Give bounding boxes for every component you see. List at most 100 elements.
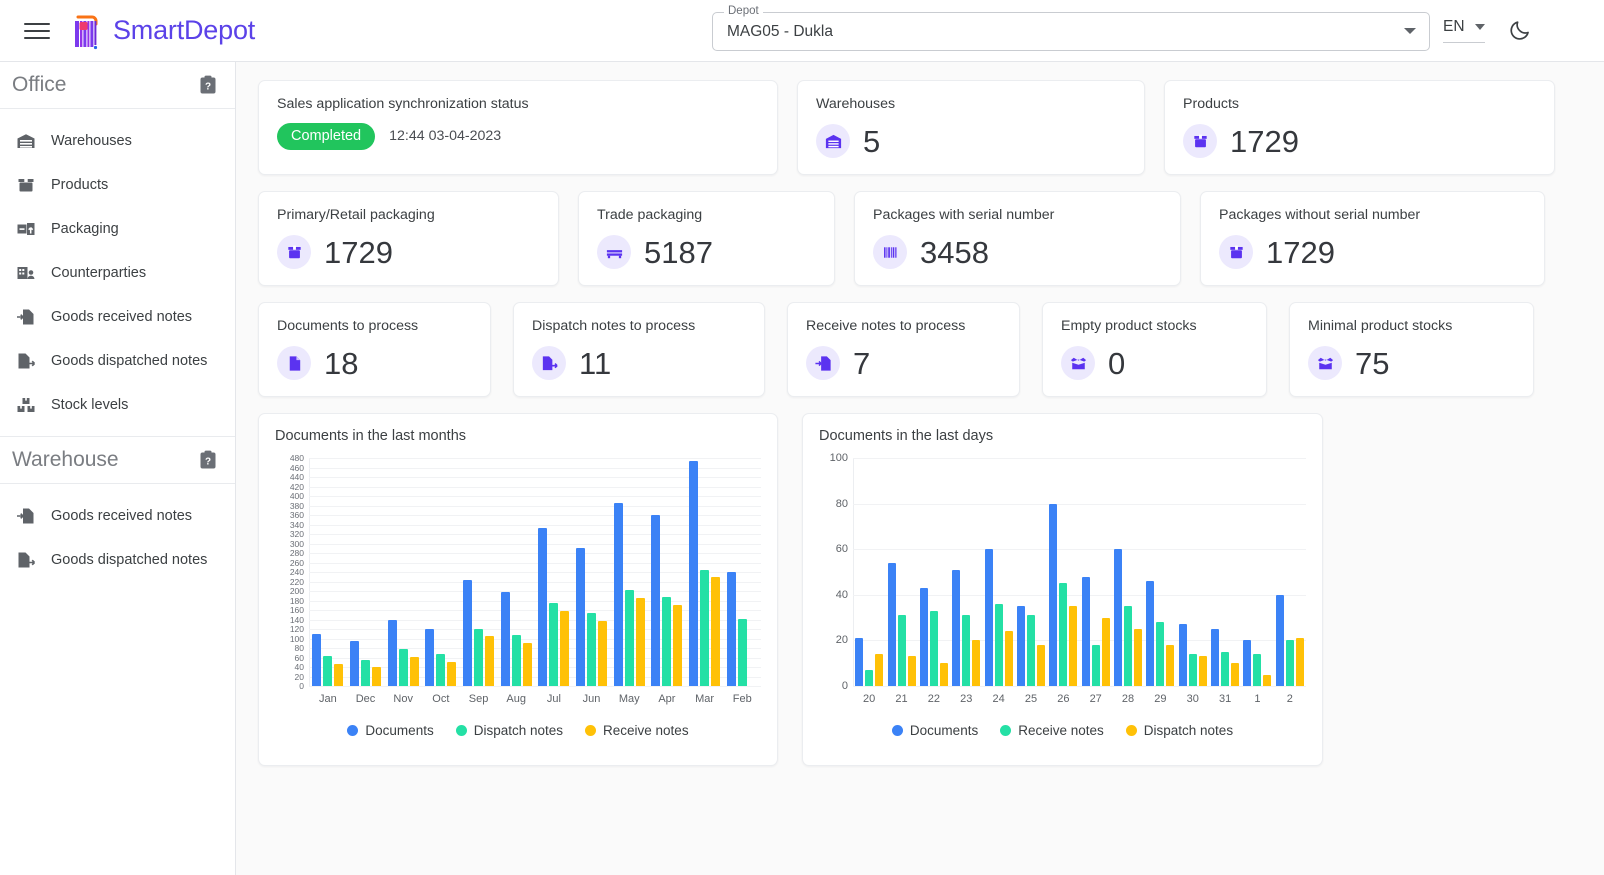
brand-logo[interactable]: SmartDepot xyxy=(70,12,255,50)
bar[interactable] xyxy=(485,636,495,686)
bar[interactable] xyxy=(962,615,971,686)
bar[interactable] xyxy=(865,670,874,686)
bar[interactable] xyxy=(436,654,446,686)
bar[interactable] xyxy=(887,562,896,686)
bar[interactable] xyxy=(875,654,884,686)
bar[interactable] xyxy=(1263,674,1272,686)
bar[interactable] xyxy=(1231,663,1240,686)
bar[interactable] xyxy=(1243,640,1252,686)
bar[interactable] xyxy=(312,633,322,686)
bar[interactable] xyxy=(1253,654,1262,686)
bar[interactable] xyxy=(972,640,981,686)
bar[interactable] xyxy=(511,635,521,686)
sidebar-item-packaging[interactable]: Packaging xyxy=(0,207,235,251)
sidebar-item-warehouses[interactable]: Warehouses xyxy=(0,119,235,163)
legend-item[interactable]: Documents xyxy=(891,723,978,738)
bar[interactable] xyxy=(737,619,747,686)
bar[interactable] xyxy=(425,629,435,686)
bar[interactable] xyxy=(560,610,570,686)
bar[interactable] xyxy=(1114,549,1123,686)
bar[interactable] xyxy=(635,597,645,686)
bar[interactable] xyxy=(447,662,457,686)
bar[interactable] xyxy=(1069,606,1078,686)
legend-item[interactable]: Receive notes xyxy=(1000,723,1104,738)
bar[interactable] xyxy=(1178,624,1187,686)
bar[interactable] xyxy=(919,587,928,686)
bar[interactable] xyxy=(323,656,333,686)
bar[interactable] xyxy=(1026,615,1035,686)
bar[interactable] xyxy=(1134,629,1143,686)
bar[interactable] xyxy=(1004,631,1013,686)
bar[interactable] xyxy=(1221,651,1230,686)
bar[interactable] xyxy=(1091,644,1100,686)
bar[interactable] xyxy=(907,656,916,686)
bar[interactable] xyxy=(939,663,948,686)
bar[interactable] xyxy=(651,515,661,686)
bar[interactable] xyxy=(613,503,623,686)
sidebar-item-stock-levels[interactable]: Stock levels xyxy=(0,383,235,427)
theme-toggle-button[interactable] xyxy=(1508,18,1532,47)
bar[interactable] xyxy=(1049,503,1058,686)
depot-field[interactable]: MAG05 - Dukla xyxy=(712,12,1430,51)
clipboard-question-icon[interactable]: ? xyxy=(199,450,217,470)
bar[interactable] xyxy=(500,592,510,686)
bar[interactable] xyxy=(855,638,864,686)
clipboard-question-icon[interactable]: ? xyxy=(199,75,217,95)
sidebar-item-counterparties[interactable]: Counterparties xyxy=(0,251,235,295)
bar[interactable] xyxy=(1036,644,1045,686)
bar[interactable] xyxy=(700,569,710,686)
bar[interactable] xyxy=(897,615,906,686)
bar[interactable] xyxy=(522,643,532,686)
bar[interactable] xyxy=(994,603,1003,686)
bar[interactable] xyxy=(474,628,484,686)
bar[interactable] xyxy=(372,667,381,686)
bar[interactable] xyxy=(350,640,359,686)
bar[interactable] xyxy=(711,577,721,686)
bar[interactable] xyxy=(1156,622,1165,686)
legend-item[interactable]: Dispatch notes xyxy=(455,723,563,738)
bar[interactable] xyxy=(587,612,597,686)
bar[interactable] xyxy=(1275,594,1284,686)
bar[interactable] xyxy=(387,619,397,686)
bar[interactable] xyxy=(334,663,344,686)
bar[interactable] xyxy=(1295,638,1304,686)
bar[interactable] xyxy=(624,590,634,686)
legend-item[interactable]: Dispatch notes xyxy=(1125,723,1233,738)
bar[interactable] xyxy=(1059,583,1068,686)
bar[interactable] xyxy=(1016,606,1025,686)
sidebar-item-warehouse-goods-dispatched-notes[interactable]: Goods dispatched notes xyxy=(0,538,235,582)
bar[interactable] xyxy=(1081,576,1090,686)
bar[interactable] xyxy=(1211,629,1220,686)
depot-selector[interactable]: MAG05 - Dukla Depot xyxy=(712,4,1430,51)
bar[interactable] xyxy=(673,604,683,686)
bar[interactable] xyxy=(463,579,473,686)
legend-item[interactable]: Documents xyxy=(347,723,434,738)
bar[interactable] xyxy=(662,597,672,686)
legend-item[interactable]: Receive notes xyxy=(585,723,689,738)
sidebar-item-goods-received-notes[interactable]: Goods received notes xyxy=(0,295,235,339)
bar[interactable] xyxy=(538,528,548,686)
language-selector[interactable]: EN xyxy=(1443,18,1485,43)
bar[interactable] xyxy=(952,569,961,686)
bar[interactable] xyxy=(549,602,559,686)
bar[interactable] xyxy=(1101,617,1110,686)
bar[interactable] xyxy=(984,549,993,686)
bar[interactable] xyxy=(1146,581,1155,686)
bar[interactable] xyxy=(1124,606,1133,686)
bar[interactable] xyxy=(398,648,408,686)
hamburger-icon[interactable] xyxy=(22,20,52,42)
bar[interactable] xyxy=(1198,656,1207,686)
bar[interactable] xyxy=(726,572,736,686)
bar[interactable] xyxy=(598,620,608,686)
bar[interactable] xyxy=(1166,644,1175,686)
bar[interactable] xyxy=(361,659,370,686)
sidebar-item-goods-dispatched-notes[interactable]: Goods dispatched notes xyxy=(0,339,235,383)
bar[interactable] xyxy=(409,656,419,686)
bar[interactable] xyxy=(689,461,699,686)
bar[interactable] xyxy=(1188,654,1197,686)
bar[interactable] xyxy=(929,610,938,686)
chevron-down-icon[interactable] xyxy=(1404,28,1416,34)
bar[interactable] xyxy=(1285,640,1294,686)
sidebar-item-warehouse-goods-received-notes[interactable]: Goods received notes xyxy=(0,494,235,538)
sidebar-item-products[interactable]: Products xyxy=(0,163,235,207)
